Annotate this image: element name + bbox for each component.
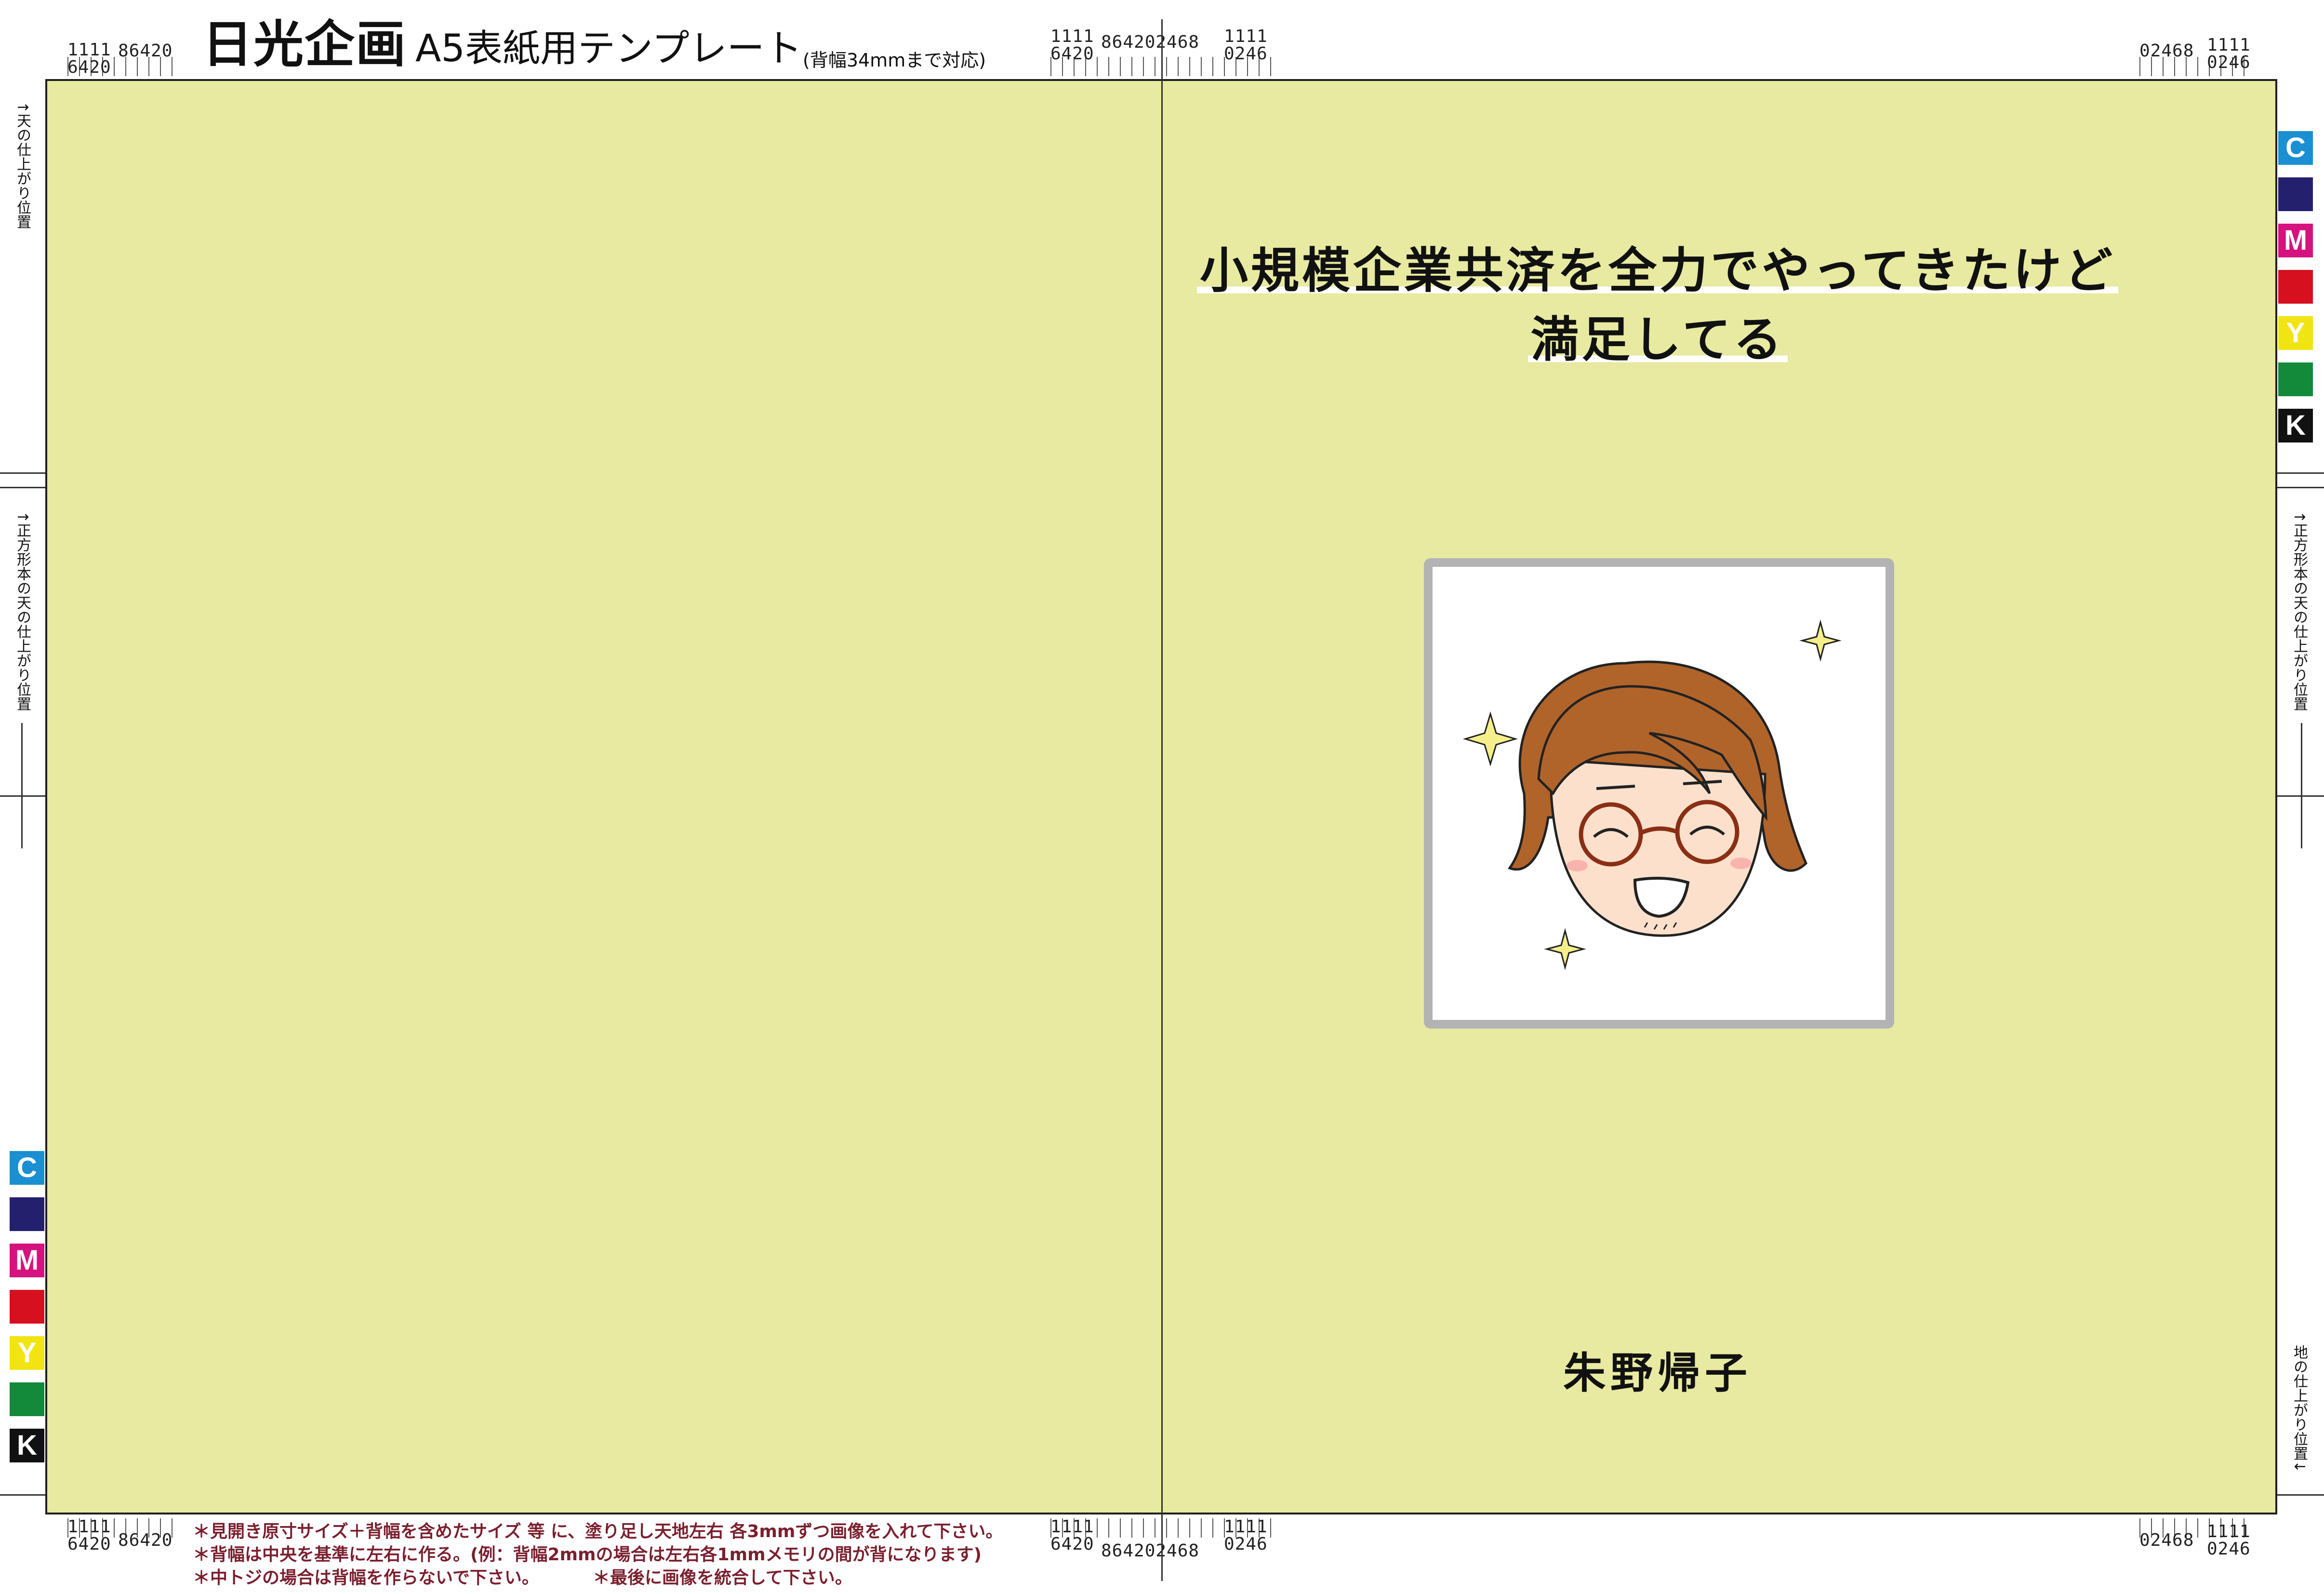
ruler-bottom-right-mid: 02468 [2139, 1530, 2194, 1550]
color-bar-m-2: M [2278, 224, 2313, 257]
ruler-right-mid: 02468 [2139, 41, 2194, 61]
color-bar-swatch-5 [10, 1382, 44, 1416]
trim-guide-vert-right [2301, 723, 2302, 848]
author-portrait-frame [1424, 558, 1894, 1029]
crop-label-bottom-right: 地の仕上がり位置↓ [2291, 1345, 2308, 1473]
ruler-bottom-left-top: 1111 6420 [67, 1517, 111, 1554]
trim-guide-right-top [2277, 472, 2324, 474]
template-title: A5表紙用テンプレート [415, 27, 802, 70]
trim-guide-mid-left [0, 795, 45, 797]
color-bars-right: C M Y K [2278, 131, 2313, 455]
trim-guide-right-top-2 [2277, 487, 2324, 488]
trim-guide-top [0, 472, 45, 474]
color-bar-swatch-1 [2278, 177, 2313, 211]
color-bar-c-0: C [2278, 131, 2313, 165]
color-bar-swatch-3 [2278, 270, 2313, 304]
color-bar-swatch-3 [10, 1290, 44, 1324]
spine-center-line [1161, 19, 1163, 1581]
ruler-bottom-center-mid: 864202468 [1101, 1541, 1200, 1561]
brand-logo-text: 日光企画 [202, 15, 407, 74]
trim-guide-bottom-left [0, 1494, 45, 1496]
ruler-right-top: 1111 0246 [2207, 35, 2251, 72]
footer-note-4: ＊最後に画像を統合して下さい。 [593, 1568, 852, 1588]
book-title-line-1: 小規模企業共済を全力でやってきたけど [1197, 242, 2118, 299]
crop-label-square-right: ↑正方形本の天の仕上がり位置 [2291, 511, 2308, 711]
crop-label-top-left: ↑天の仕上がり位置 [14, 101, 31, 229]
trim-guide-bottom-right [2277, 1494, 2324, 1496]
trim-guide-vert-left [21, 723, 23, 848]
ruler-center-b: 1111 0246 [1224, 27, 1268, 64]
ruler-left-top: 1111 6420 [67, 40, 111, 77]
book-title-line-2: 満足してる [1527, 311, 1788, 368]
ruler-bottom-right-top: 1111 0246 [2207, 1522, 2251, 1559]
color-bars-left: C M Y K [10, 1151, 44, 1475]
crop-label-square-left: ↑正方形本の天の仕上がり位置 [14, 511, 31, 711]
ruler-left-mid: 86420 [118, 41, 173, 61]
color-bar-c-0: C [10, 1151, 44, 1185]
color-bar-k-6: K [2278, 409, 2313, 442]
color-bar-y-4: Y [10, 1336, 44, 1370]
book-title: 小規模企業共済を全力でやってきたけど 満足してる [1176, 236, 2139, 374]
trim-guide-top-2 [0, 487, 45, 488]
ruler-bottom-center-b: 1111 0246 [1224, 1517, 1268, 1554]
footer-note-2: ＊背幅は中央を基準に左右に作る。(例：背幅2mmの場合は左右各1mmメモリの間が… [193, 1545, 982, 1565]
footer-note-3: ＊中トジの場合は背幅を作らないで下さい。 [193, 1568, 539, 1588]
spine-note: (背幅34mmまで対応) [803, 50, 986, 71]
footer-note-1: ＊見開き原寸サイズ＋背幅を含めたサイズ 等 に、塗り足し天地左右 各3mmずつ画… [193, 1522, 1003, 1541]
color-bar-swatch-1 [10, 1197, 44, 1231]
ruler-center-a: 1111 6420 [1050, 27, 1094, 64]
color-bar-m-2: M [10, 1244, 44, 1277]
ruler-center-mid: 864202468 [1101, 32, 1200, 52]
ruler-bottom-left-mid: 86420 [118, 1530, 173, 1550]
ruler-bottom-center-a: 1111 6420 [1050, 1517, 1094, 1554]
color-bar-y-4: Y [2278, 316, 2313, 350]
color-bar-swatch-5 [2278, 362, 2313, 396]
author-name: 朱野帰子 [1563, 1348, 1752, 1398]
color-bar-k-6: K [10, 1429, 44, 1462]
smiling-person-with-glasses-icon [1462, 619, 1842, 970]
